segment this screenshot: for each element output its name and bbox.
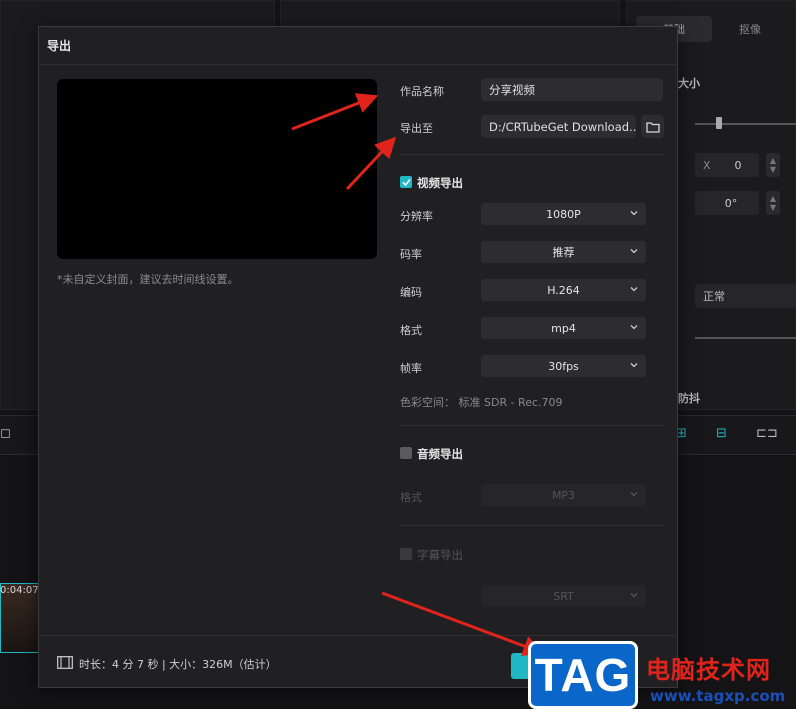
audio-format-select[interactable]: MP3: [481, 484, 646, 506]
audio-export-title: 音频导出: [417, 447, 463, 461]
bg-x-axis-label: X: [703, 158, 711, 172]
video-export-checkbox[interactable]: [400, 176, 412, 188]
watermark-logo: TAG: [528, 641, 638, 709]
folder-icon: [645, 121, 660, 133]
bg-opacity-slider[interactable]: [695, 337, 796, 339]
framerate-label: 帧率: [400, 362, 422, 375]
export-to-label: 导出至: [400, 122, 433, 135]
bg-blend-mode-field[interactable]: 正常: [695, 284, 796, 308]
select-tool-icon[interactable]: ◻: [0, 426, 11, 441]
audio-format-label: 格式: [400, 491, 422, 504]
audio-format-value: MP3: [551, 488, 576, 502]
divider-2: [400, 425, 663, 426]
bg-stabilize-label: 防抖: [678, 392, 700, 405]
format-value: mp4: [551, 321, 576, 335]
subtitle-export-title: 字幕导出: [417, 548, 463, 562]
watermark-url: www.tagxp.com: [650, 687, 786, 705]
check-icon: [401, 178, 411, 186]
bitrate-label: 码率: [400, 248, 422, 261]
chevron-down-icon: [630, 211, 638, 216]
framerate-select[interactable]: 30fps: [481, 355, 646, 377]
link-icon[interactable]: ⊟: [716, 426, 727, 441]
bg-x-field[interactable]: X 0: [695, 153, 759, 177]
tab-cutout[interactable]: 抠像: [712, 16, 788, 42]
resolution-select[interactable]: 1080P: [481, 203, 646, 225]
export-dialog: 导出 *未自定义封面，建议去时间线设置。 作品名称 分享视频 导出至 D:/CR…: [38, 26, 678, 688]
subtitle-format-value: SRT: [553, 589, 574, 603]
chevron-down-icon: [630, 492, 638, 497]
dialog-title: 导出: [39, 27, 677, 65]
resolution-label: 分辨率: [400, 210, 433, 223]
cover-preview[interactable]: [57, 79, 377, 259]
bg-rotation-value: 0°: [724, 196, 738, 210]
watermark-tag-text: TAG: [534, 649, 632, 701]
resolution-value: 1080P: [546, 207, 581, 221]
bg-x-value: 0: [734, 158, 742, 172]
format-label: 格式: [400, 324, 422, 337]
chevron-down-icon: [630, 325, 638, 330]
bg-blend-mode-value: 正常: [703, 290, 725, 303]
codec-select[interactable]: H.264: [481, 279, 646, 301]
audio-export-checkbox[interactable]: [400, 447, 412, 459]
watermark-site-name: 电脑技术网: [646, 656, 771, 684]
film-icon: [57, 656, 73, 669]
codec-value: H.264: [547, 283, 580, 297]
split-icon[interactable]: ⊏⊐: [756, 426, 778, 441]
codec-label: 编码: [400, 286, 422, 299]
subtitle-export-checkbox[interactable]: [400, 548, 412, 560]
framerate-value: 30fps: [548, 359, 579, 373]
bitrate-select[interactable]: 推荐: [481, 241, 646, 263]
subtitle-format-select[interactable]: SRT: [481, 585, 646, 607]
bg-x-stepper[interactable]: ▲ ▼: [766, 153, 780, 177]
chevron-down-icon: [630, 287, 638, 292]
video-export-title: 视频导出: [417, 176, 463, 190]
divider-1: [400, 154, 663, 155]
format-select[interactable]: mp4: [481, 317, 646, 339]
bg-rotation-stepper[interactable]: ▲ ▼: [766, 191, 780, 215]
divider-3: [400, 525, 663, 526]
bg-size-slider[interactable]: [695, 123, 796, 125]
duration-size-info: 时长：4 分 7 秒 | 大小：326M（估计）: [79, 658, 277, 671]
chevron-down-icon: [630, 363, 638, 368]
browse-folder-button[interactable]: [641, 115, 664, 138]
name-input[interactable]: 分享视频: [481, 78, 663, 101]
cover-hint-text: *未自定义封面，建议去时间线设置。: [57, 273, 239, 286]
chevron-down-icon: [630, 249, 638, 254]
bitrate-value: 推荐: [552, 246, 575, 259]
chevron-down-icon: [630, 593, 638, 598]
bg-rotation-field[interactable]: 0°: [695, 191, 759, 215]
export-path-input[interactable]: D:/CRTubeGet Download...: [481, 115, 636, 138]
bg-size-slider-knob[interactable]: [716, 117, 722, 129]
name-label: 作品名称: [400, 85, 444, 98]
color-space-text: 色彩空间： 标准 SDR - Rec.709: [400, 396, 563, 409]
bg-size-label: 大小: [678, 77, 700, 90]
